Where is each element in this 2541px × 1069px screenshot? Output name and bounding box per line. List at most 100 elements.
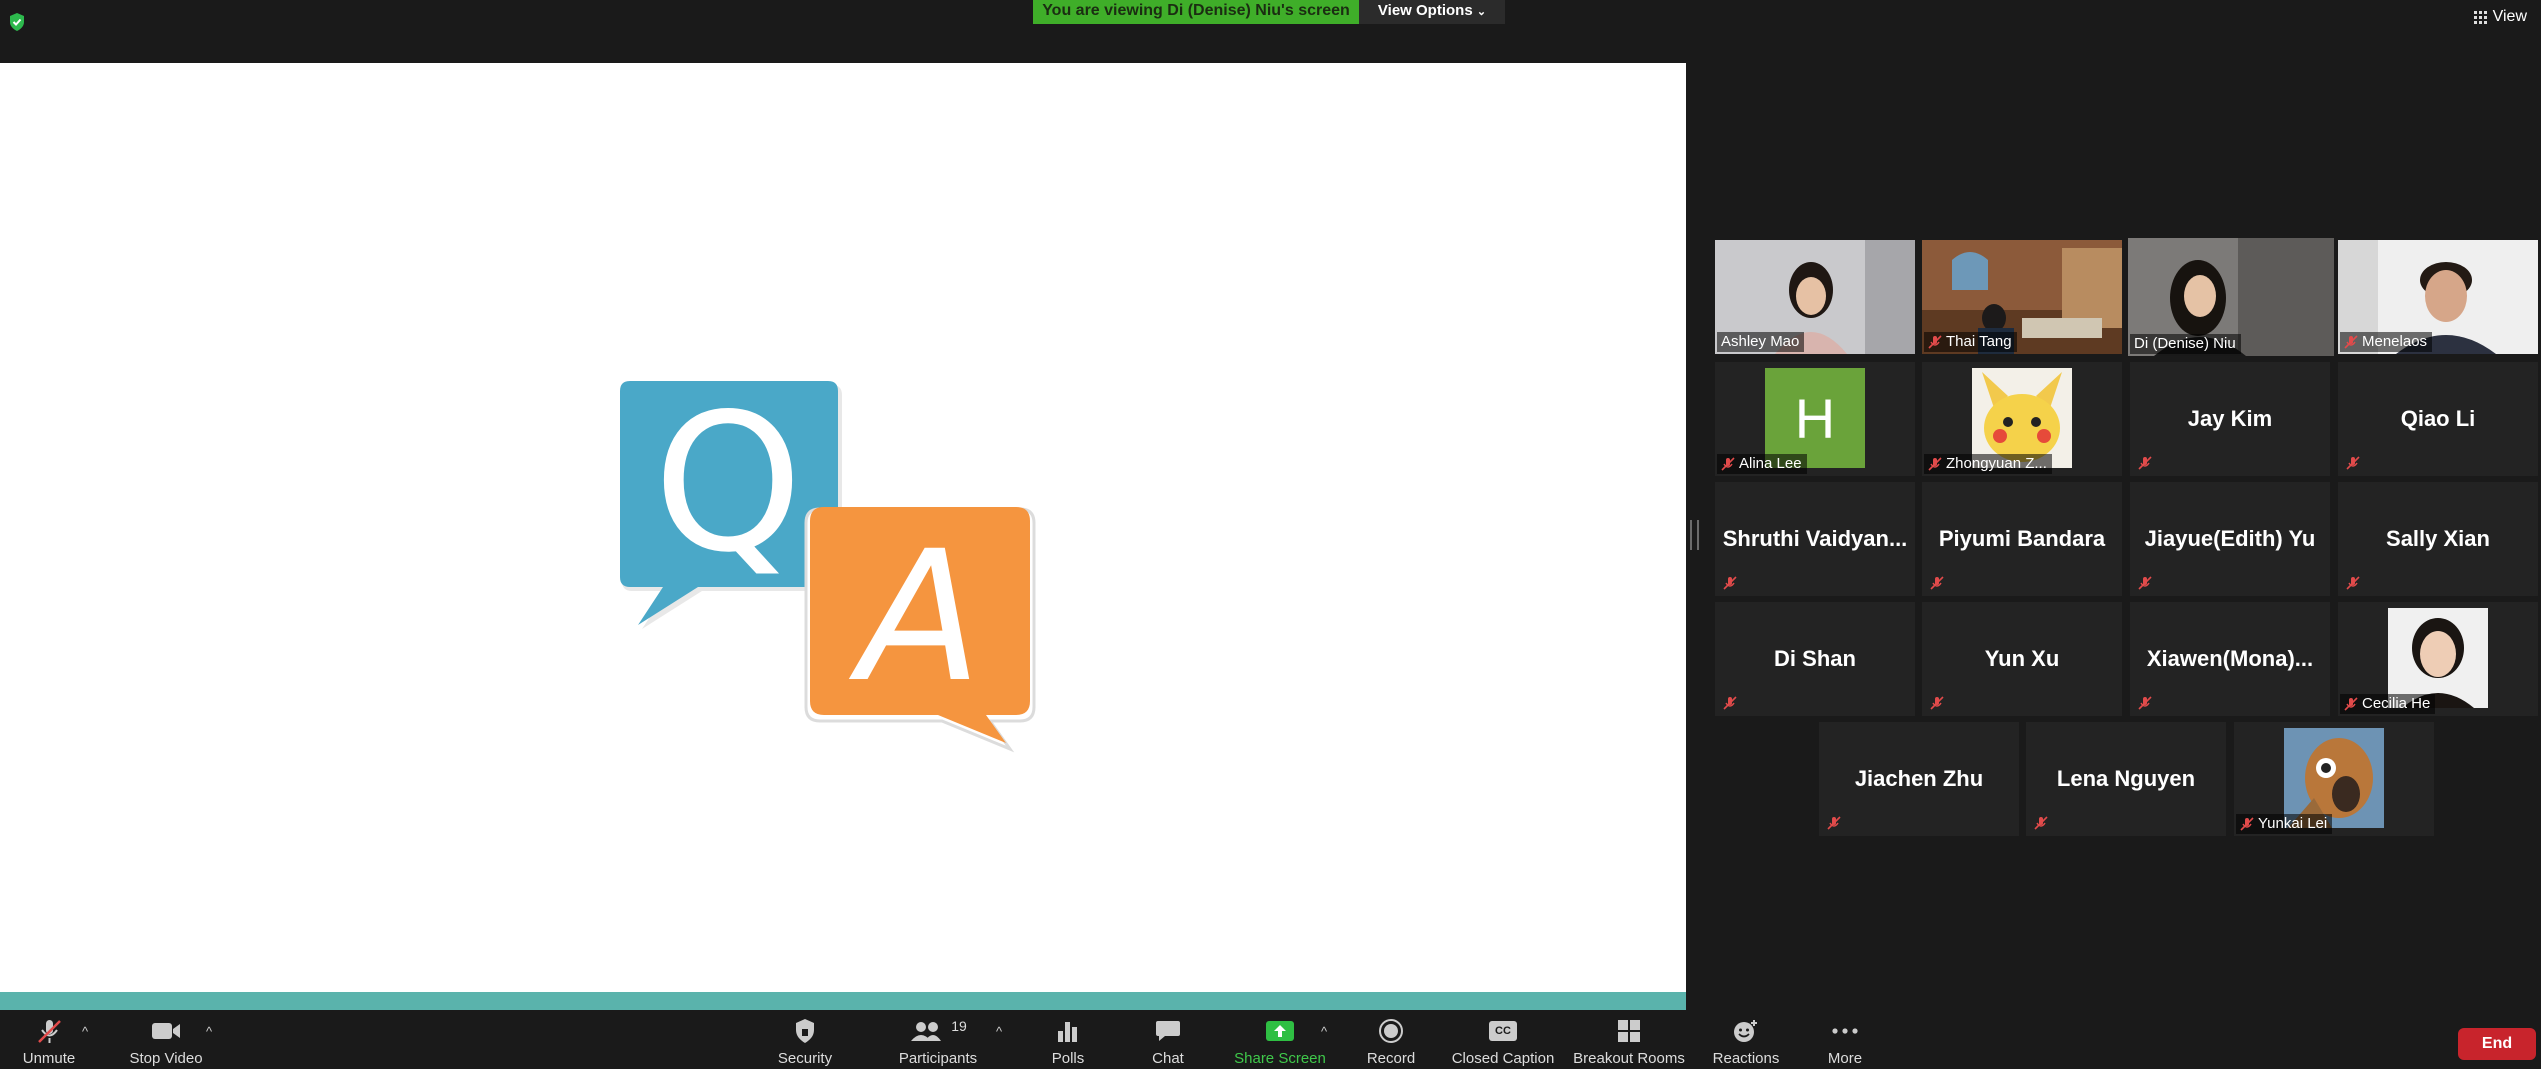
video-tile-jiachen-zhu[interactable]: Jiachen Zhu — [1819, 722, 2019, 836]
muted-mic-icon — [2034, 816, 2048, 830]
end-meeting-button[interactable]: End — [2458, 1028, 2536, 1060]
participant-name: Di Shan — [1774, 646, 1856, 671]
record-button[interactable]: Record — [1360, 1018, 1422, 1067]
avatar — [2388, 608, 2488, 708]
participant-name-label: Alina Lee — [1717, 454, 1807, 474]
muted-mic-icon — [1930, 576, 1944, 590]
video-tile-cecilia-he[interactable]: Cecilia He — [2338, 602, 2538, 716]
view-button[interactable]: View — [2473, 8, 2527, 26]
video-tile-alina-lee[interactable]: H Alina Lee — [1715, 362, 1915, 476]
q-letter: Q — [653, 381, 803, 594]
chat-bubble-icon — [1156, 1021, 1180, 1041]
polls-bar-icon — [1058, 1022, 1077, 1042]
video-camera-icon — [152, 1023, 180, 1039]
muted-mic-icon — [1930, 696, 1944, 710]
participant-name: Jay Kim — [2187, 406, 2273, 431]
participant-name-label: Cecilia He — [2340, 694, 2436, 714]
reactions-button[interactable]: Reactions — [1708, 1018, 1784, 1067]
security-shield-icon — [796, 1019, 814, 1043]
video-tile-sally-xian[interactable]: Sally Xian — [2338, 482, 2538, 596]
video-tile-shruthi-vaidyan[interactable]: Shruthi Vaidyan... — [1715, 482, 1915, 596]
unmute-button[interactable]: Unmute — [14, 1018, 84, 1067]
share-screen-icon — [1266, 1021, 1294, 1041]
participants-options-caret[interactable]: ^ — [996, 1024, 1002, 1039]
panel-resize-handle[interactable] — [1690, 520, 1699, 550]
slide-footer-bar — [0, 992, 1686, 1010]
viewing-screen-banner: You are viewing Di (Denise) Niu's screen — [1033, 0, 1359, 24]
participant-name: Lena Nguyen — [2056, 766, 2196, 791]
muted-mic-icon — [38, 1020, 61, 1043]
breakout-rooms-button[interactable]: Breakout Rooms — [1570, 1018, 1688, 1067]
more-button[interactable]: More — [1822, 1018, 1868, 1067]
video-tile-jay-kim[interactable]: Jay Kim — [2130, 362, 2330, 476]
stop-video-button[interactable]: Stop Video — [124, 1018, 208, 1067]
share-screen-button[interactable]: Share Screen — [1228, 1018, 1332, 1067]
muted-mic-icon — [1723, 696, 1737, 710]
breakout-rooms-icon — [1618, 1020, 1640, 1042]
muted-mic-icon — [1928, 456, 1942, 471]
muted-mic-icon — [2138, 696, 2152, 710]
video-tile-di-shan[interactable]: Di Shan — [1715, 602, 1915, 716]
participant-name: Shruthi Vaidyan... — [1722, 526, 1908, 551]
meeting-toolbar: Unmute ^ Stop Video ^ Security 19 Partic… — [0, 1010, 2541, 1069]
qa-speech-bubbles-graphic: Q A — [620, 381, 1036, 753]
muted-mic-icon — [1721, 456, 1735, 471]
video-tile-zhongyuan[interactable]: Zhongyuan Z... — [1922, 362, 2122, 476]
participant-name-label: Di (Denise) Niu — [2130, 334, 2241, 354]
video-tile-thai-tang[interactable]: Thai Tang — [1922, 240, 2122, 354]
security-button[interactable]: Security — [770, 1018, 840, 1067]
chevron-down-icon: ⌄ — [1476, 6, 1487, 18]
top-bar: You are viewing Di (Denise) Niu's screen… — [0, 0, 2541, 63]
share-options-caret[interactable]: ^ — [1321, 1024, 1327, 1039]
video-tile-xiawen-mona[interactable]: Xiawen(Mona)... — [2130, 602, 2330, 716]
participant-name-label: Zhongyuan Z... — [1924, 454, 2052, 474]
video-tile-yun-xu[interactable]: Yun Xu — [1922, 602, 2122, 716]
participant-name: Sally Xian — [2386, 526, 2490, 551]
video-tile-ashley-mao[interactable]: Ashley Mao — [1715, 240, 1915, 354]
muted-mic-icon — [1928, 334, 1942, 349]
avatar — [1972, 368, 2072, 468]
view-options-label: View Options — [1377, 2, 1473, 19]
video-tile-qiao-li[interactable]: Qiao Li — [2338, 362, 2538, 476]
view-options-button[interactable]: View Options ⌄ — [1359, 0, 1505, 24]
avatar — [2284, 728, 2384, 828]
participant-name-label: Yunkai Lei — [2236, 814, 2333, 834]
muted-mic-icon — [1723, 576, 1737, 590]
muted-mic-icon — [2344, 696, 2358, 711]
participant-name-label: Menelaos — [2340, 332, 2433, 352]
view-label: View — [2492, 8, 2527, 25]
a-letter: A — [848, 513, 981, 722]
record-icon — [1379, 1019, 1403, 1043]
muted-mic-icon — [2138, 456, 2152, 470]
video-tile-yunkai-lei[interactable]: Yunkai Lei — [2234, 722, 2434, 836]
participant-name: Jiayue(Edith) Yu — [2144, 526, 2316, 551]
participant-name: Qiao Li — [2400, 406, 2476, 431]
participant-name: Piyumi Bandara — [1938, 526, 2106, 551]
muted-mic-icon — [2240, 816, 2254, 831]
participant-name-label: Ashley Mao — [1717, 332, 1805, 352]
avatar: H — [1765, 368, 1865, 468]
video-tile-piyumi-bandara[interactable]: Piyumi Bandara — [1922, 482, 2122, 596]
audio-options-caret[interactable]: ^ — [82, 1024, 88, 1039]
participant-name: Jiachen Zhu — [1854, 766, 1984, 791]
participants-button[interactable]: 19 Participants — [888, 1018, 988, 1067]
reactions-smiley-icon — [1734, 1020, 1757, 1042]
grid-view-icon — [2473, 10, 2487, 24]
more-dots-icon — [1832, 1028, 1858, 1034]
muted-mic-icon — [2344, 334, 2358, 349]
muted-mic-icon — [2138, 576, 2152, 590]
closed-caption-icon: CC — [1489, 1021, 1517, 1041]
video-tile-lena-nguyen[interactable]: Lena Nguyen — [2026, 722, 2226, 836]
video-options-caret[interactable]: ^ — [206, 1024, 212, 1039]
participants-icon — [911, 1022, 942, 1041]
video-tile-jiayue-edith-yu[interactable]: Jiayue(Edith) Yu — [2130, 482, 2330, 596]
video-tile-di-denise-niu-active-speaker[interactable]: Di (Denise) Niu — [2128, 238, 2334, 356]
participants-count: 19 — [951, 1018, 967, 1034]
muted-mic-icon — [2346, 576, 2360, 590]
polls-button[interactable]: Polls — [1040, 1018, 1096, 1067]
encryption-shield-icon[interactable] — [8, 12, 26, 32]
video-tile-menelaos[interactable]: Menelaos — [2338, 240, 2538, 354]
closed-caption-button[interactable]: CC Closed Caption — [1450, 1018, 1556, 1067]
chat-button[interactable]: Chat — [1140, 1018, 1196, 1067]
muted-mic-icon — [1827, 816, 1841, 830]
